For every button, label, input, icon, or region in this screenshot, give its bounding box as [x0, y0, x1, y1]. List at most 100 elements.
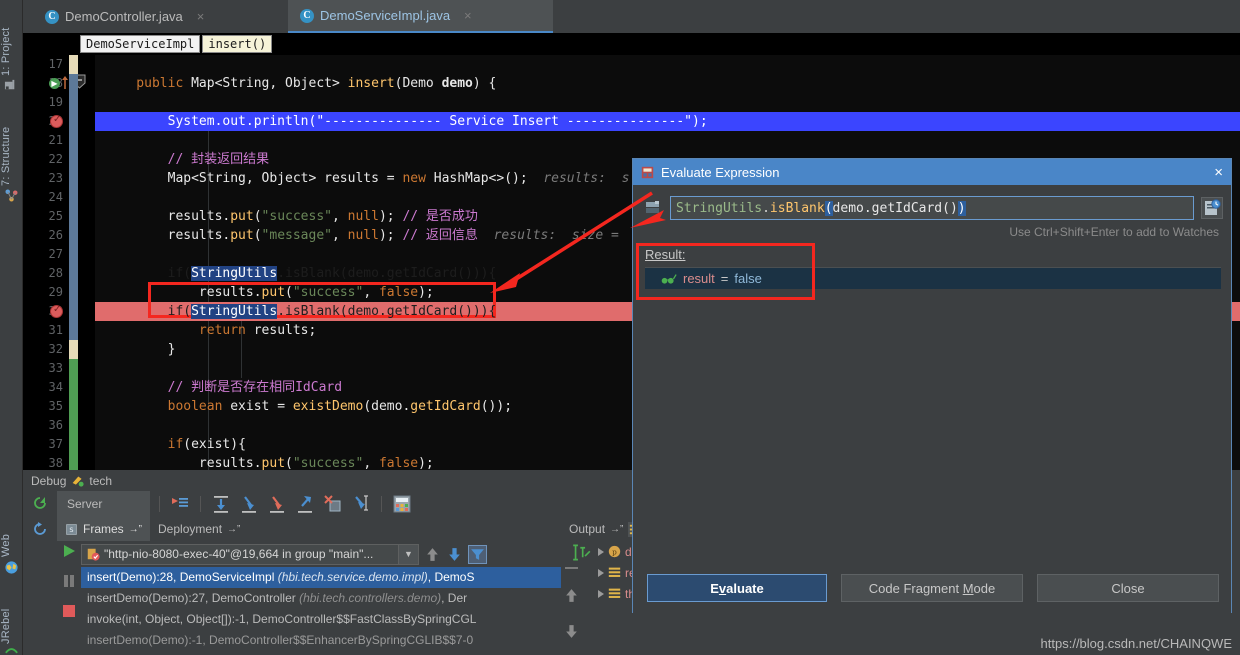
- add-watch-icon[interactable]: [572, 543, 591, 562]
- result-name: result: [683, 271, 715, 286]
- frame-signature: insert(Demo):28, DemoServiceImpl: [87, 570, 278, 584]
- tab-pin-icon[interactable]: →”: [610, 524, 623, 535]
- tab-pin-icon[interactable]: →”: [227, 524, 240, 535]
- code-line-38[interactable]: results.put("success", false);: [95, 454, 434, 470]
- thread-selector[interactable]: "http-nio-8080-exec-40"@19,664 in group …: [81, 544, 419, 565]
- arrow-down-icon[interactable]: [446, 546, 463, 563]
- debug-exec-column: [57, 541, 81, 655]
- editor-tab-demoserviceimpl[interactable]: C DemoServiceImpl.java ×: [288, 0, 553, 33]
- code-line-21[interactable]: [95, 131, 105, 150]
- debug-rerun-column: [23, 491, 57, 655]
- editor-gutter[interactable]: 17 18 19 20 21 22 23 24 25 26 27 28 29 3…: [23, 55, 95, 470]
- stop-program-icon[interactable]: [61, 603, 77, 619]
- code-line-37[interactable]: if(exist){: [95, 435, 246, 454]
- frame-row[interactable]: insertDemo(Demo):27, DemoController (hbi…: [81, 588, 561, 609]
- expression-input[interactable]: StringUtils.isBlank(demo.getIdCard()): [670, 196, 1194, 220]
- chevron-right-icon[interactable]: [598, 548, 604, 556]
- resume-program-icon[interactable]: [61, 543, 77, 559]
- editor-tab-democontroller[interactable]: C DemoController.java ×: [33, 0, 273, 33]
- code-line-35[interactable]: boolean exist = existDemo(demo.getIdCard…: [95, 397, 512, 416]
- frames-list[interactable]: insert(Demo):28, DemoServiceImpl (hbi.te…: [81, 567, 561, 655]
- code-line-20-overlay[interactable]: System.out.println("--------------- Serv…: [95, 112, 708, 131]
- code-fragment-mode-button[interactable]: Code Fragment Mode: [841, 574, 1023, 602]
- sidebar-item-project[interactable]: 1: Project: [0, 6, 23, 76]
- code-line-24[interactable]: [95, 188, 105, 207]
- code-line-27[interactable]: [95, 245, 105, 264]
- tomcat-icon: [71, 474, 84, 487]
- breadcrumb-class[interactable]: DemoServiceImpl: [80, 35, 200, 53]
- debug-subtab-frames[interactable]: S Frames →”: [57, 517, 150, 541]
- code-line-25[interactable]: results.put("success", null); // 是否成功: [95, 207, 478, 226]
- pause-program-icon[interactable]: [61, 573, 77, 589]
- result-panel[interactable]: result = false: [645, 267, 1221, 549]
- expression-row: StringUtils.isBlank(demo.getIdCard()): [643, 195, 1223, 221]
- debug-tab-server[interactable]: Server: [57, 491, 150, 517]
- rerun-icon[interactable]: [32, 495, 48, 511]
- ide-window: 1: Project 7: Structure Web JRebel: [0, 0, 1240, 655]
- chevron-down-icon[interactable]: ▼: [398, 545, 418, 564]
- arrow-up-icon[interactable]: [424, 546, 441, 563]
- run-method-icon[interactable]: ▶: [49, 78, 60, 89]
- sidebar-item-structure[interactable]: 7: Structure: [0, 100, 23, 186]
- code-line-22[interactable]: // 封装返回结果: [95, 150, 269, 169]
- object-icon: [608, 566, 621, 579]
- step-over-icon[interactable]: [210, 493, 232, 515]
- code-line-18[interactable]: public Map<String, Object> insert(Demo d…: [95, 74, 496, 93]
- close-icon[interactable]: ×: [1214, 165, 1223, 180]
- evaluate-button[interactable]: Evaluate: [647, 574, 827, 602]
- evaluate-expression-dialog[interactable]: Evaluate Expression × StringUtils.isBlan…: [632, 158, 1232, 613]
- breakpoint-verified-icon[interactable]: [50, 305, 63, 318]
- code-line-26[interactable]: results.put("message", null); // 返回信息 re…: [95, 226, 627, 245]
- run-to-cursor-icon[interactable]: [350, 493, 372, 515]
- restart-icon[interactable]: [32, 521, 48, 537]
- filter-icon[interactable]: [468, 545, 487, 564]
- sidebar-item-web[interactable]: Web: [0, 517, 23, 557]
- evaluate-expression-icon[interactable]: [391, 493, 413, 515]
- line-number: 34: [23, 378, 69, 397]
- code-line-31[interactable]: return results;: [95, 321, 316, 340]
- code-line-34[interactable]: // 判断是否存在相同IdCard: [95, 378, 342, 397]
- code-line-33[interactable]: [95, 359, 105, 378]
- line-number: 23: [23, 169, 69, 188]
- breadcrumb-method[interactable]: insert(): [202, 35, 272, 53]
- debug-subtab-deployment[interactable]: Deployment →”: [150, 517, 248, 541]
- expression-close-paren: ): [958, 201, 966, 216]
- breakpoint-verified-icon[interactable]: [50, 115, 63, 128]
- step-out-icon[interactable]: [294, 493, 316, 515]
- code-line-32[interactable]: }: [95, 340, 175, 359]
- result-row[interactable]: result = false: [645, 268, 1221, 289]
- line-number: 26: [23, 226, 69, 245]
- structure-icon: [4, 188, 19, 203]
- code-line-28[interactable]: if(StringUtils.isBlank(demo.getIdCard())…: [95, 264, 496, 283]
- chevron-right-icon[interactable]: [598, 590, 604, 598]
- tab-pin-icon[interactable]: →”: [129, 524, 142, 535]
- line-number: 31: [23, 321, 69, 340]
- force-step-into-icon[interactable]: [266, 493, 288, 515]
- close-button[interactable]: Close: [1037, 574, 1219, 602]
- close-icon[interactable]: ×: [197, 9, 205, 24]
- dialog-body: StringUtils.isBlank(demo.getIdCard()) Us…: [633, 185, 1231, 613]
- code-line-36[interactable]: [95, 416, 105, 435]
- debug-tab-server-label: Server: [67, 497, 102, 511]
- editor-tab-label: DemoServiceImpl.java: [320, 8, 450, 23]
- code-line-29[interactable]: results.put("success", false);: [95, 283, 434, 302]
- code-line-19[interactable]: [95, 93, 105, 112]
- thread-suspended-icon: [86, 547, 100, 561]
- breadcrumb: DemoServiceImpl insert(): [23, 33, 1240, 55]
- close-icon[interactable]: ×: [464, 8, 472, 23]
- code-line-28-overlay[interactable]: if(StringUtils.isBlank(demo.getIdCard())…: [95, 302, 496, 321]
- expression-history-button[interactable]: [1201, 197, 1223, 219]
- sidebar-item-jrebel[interactable]: JRebel: [0, 586, 23, 644]
- result-label: Result:: [645, 247, 685, 262]
- frame-row[interactable]: insert(Demo):28, DemoServiceImpl (hbi.te…: [81, 567, 561, 588]
- drop-frame-icon[interactable]: [322, 493, 344, 515]
- code-line-17[interactable]: [95, 55, 105, 74]
- sidebar-item-project-label: 1: Project: [0, 28, 12, 76]
- chevron-right-icon[interactable]: [598, 569, 604, 577]
- frame-row[interactable]: insertDemo(Demo):-1, DemoController$$Enh…: [81, 630, 561, 651]
- frame-row[interactable]: invoke(int, Object, Object[]):-1, DemoCo…: [81, 609, 561, 630]
- code-line-23[interactable]: Map<String, Object> results = new HashMa…: [95, 169, 629, 188]
- show-execution-point-icon[interactable]: [169, 493, 191, 515]
- step-into-icon[interactable]: [238, 493, 260, 515]
- frame-signature: invoke(int, Object, Object[]):-1, DemoCo…: [87, 612, 476, 626]
